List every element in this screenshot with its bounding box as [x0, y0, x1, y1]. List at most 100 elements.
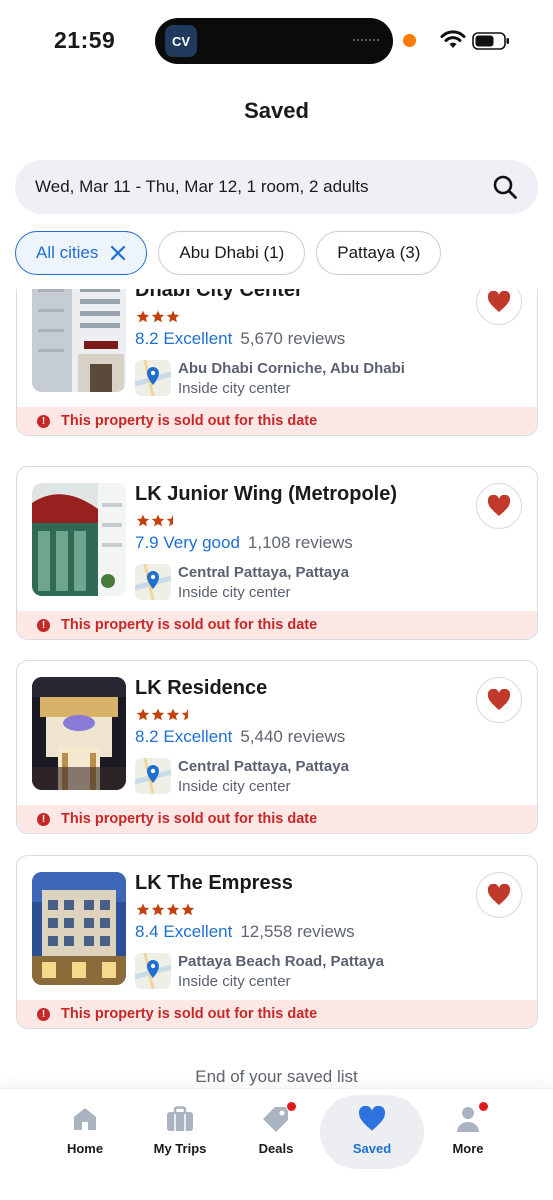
- map-pin-icon: [135, 564, 171, 600]
- location-detail: Inside city center: [178, 778, 291, 795]
- wifi-icon: [440, 30, 466, 48]
- sold-out-notice: ! This property is sold out for this dat…: [17, 805, 537, 833]
- star-rating: [136, 310, 180, 323]
- favorite-button[interactable]: [476, 677, 522, 723]
- notification-badge: [478, 1101, 489, 1112]
- status-bar: 21:59 CV: [0, 0, 553, 80]
- end-of-list-text: End of your saved list: [195, 1067, 358, 1086]
- star-rating: [136, 708, 195, 721]
- rating-row: 8.2 Excellent 5,670 reviews: [135, 329, 345, 349]
- sold-out-text: This property is sold out for this date: [61, 811, 318, 827]
- tab-label: Home: [66, 1141, 104, 1156]
- star-icon: [136, 514, 150, 527]
- hotel-card[interactable]: LK Junior Wing (Metropole) 7.9 Very good…: [16, 466, 538, 640]
- half-star-icon: [166, 514, 173, 527]
- suitcase-icon: [165, 1105, 195, 1133]
- dynamic-island: CV: [155, 18, 393, 64]
- star-rating: [136, 514, 180, 527]
- close-icon[interactable]: [110, 245, 126, 261]
- sold-out-notice: ! This property is sold out for this dat…: [17, 407, 537, 435]
- location-name: Central Pattaya, Pattaya: [178, 564, 349, 581]
- favorite-button[interactable]: [476, 872, 522, 918]
- filter-chip-all-cities[interactable]: All cities: [15, 231, 148, 275]
- city-filter-chips: All cities Abu Dhabi (1) Pattaya (3): [15, 231, 442, 275]
- hotel-name[interactable]: LK Junior Wing (Metropole): [135, 483, 397, 506]
- location-detail: Inside city center: [178, 584, 291, 601]
- guest-rating: 8.4 Excellent: [135, 922, 233, 941]
- favorite-button[interactable]: [476, 289, 522, 325]
- sold-out-text: This property is sold out for this date: [61, 413, 318, 429]
- tab-saved[interactable]: Saved: [320, 1095, 424, 1169]
- hotel-photo: [32, 677, 126, 790]
- guest-rating: 8.2 Excellent: [135, 727, 233, 746]
- app-activity-icon: CV: [165, 25, 197, 57]
- tab-label: Saved: [352, 1141, 392, 1156]
- location-name: Abu Dhabi Corniche, Abu Dhabi: [178, 360, 405, 377]
- guest-rating: 8.2 Excellent: [135, 329, 233, 348]
- alert-icon: !: [37, 1007, 50, 1021]
- saved-hotel-list[interactable]: Dhabi City Center 8.2 Excellent 5,670 rev…: [0, 289, 553, 1089]
- hotel-name[interactable]: LK The Empress: [135, 872, 293, 895]
- hotel-card[interactable]: Dhabi City Center 8.2 Excellent 5,670 rev…: [16, 289, 538, 436]
- filter-chip-label: All cities: [36, 243, 99, 262]
- filter-chip-abu-dhabi[interactable]: Abu Dhabi (1): [158, 231, 306, 275]
- alert-icon: !: [37, 812, 50, 826]
- status-time: 21:59: [54, 27, 116, 53]
- star-icon: [166, 310, 180, 323]
- rating-row: 8.4 Excellent 12,558 reviews: [135, 922, 355, 942]
- star-icon: [136, 903, 150, 916]
- sold-out-text: This property is sold out for this date: [61, 1006, 318, 1022]
- tab-label: More: [452, 1141, 484, 1156]
- review-count: 5,670 reviews: [240, 329, 346, 348]
- star-icon: [151, 514, 165, 527]
- battery-icon: [472, 32, 509, 50]
- star-icon: [151, 708, 165, 721]
- tab-my-trips[interactable]: My Trips: [128, 1095, 232, 1169]
- sold-out-text: This property is sold out for this date: [61, 617, 318, 633]
- review-count: 5,440 reviews: [240, 727, 346, 746]
- favorite-button[interactable]: [476, 483, 522, 529]
- map-pin-icon: [135, 953, 171, 989]
- notification-badge: [286, 1101, 297, 1112]
- tab-label: Deals: [258, 1141, 294, 1156]
- heart-icon: [357, 1105, 387, 1133]
- star-icon: [151, 903, 165, 916]
- hotel-card[interactable]: LK The Empress 8.4 Excellent 12,558 revie…: [16, 855, 538, 1029]
- tab-deals[interactable]: Deals: [224, 1095, 328, 1169]
- activity-dots-icon: [353, 39, 379, 42]
- hotel-photo: [32, 289, 126, 392]
- person-icon: [453, 1101, 489, 1133]
- hotel-photo: [32, 872, 126, 985]
- tab-more[interactable]: More: [416, 1095, 520, 1169]
- tab-label: My Trips: [153, 1141, 207, 1156]
- search-summary-bar[interactable]: Wed, Mar 11 - Thu, Mar 12, 1 room, 2 adu…: [15, 160, 538, 214]
- recording-indicator-icon: [403, 34, 416, 47]
- alert-icon: !: [37, 414, 50, 428]
- guest-rating: 7.9 Very good: [135, 533, 240, 552]
- rating-row: 7.9 Very good 1,108 reviews: [135, 533, 353, 553]
- sold-out-notice: ! This property is sold out for this dat…: [17, 1000, 537, 1028]
- star-rating: [136, 903, 195, 916]
- heart-icon: [487, 495, 511, 516]
- alert-icon: !: [37, 618, 50, 632]
- map-pin-icon: [135, 758, 171, 794]
- review-count: 12,558 reviews: [240, 922, 355, 941]
- hotel-card[interactable]: LK Residence 8.2 Excellent 5,440 reviews …: [16, 660, 538, 834]
- heart-icon: [487, 689, 511, 710]
- home-icon: [70, 1105, 100, 1133]
- location-name: Pattaya Beach Road, Pattaya: [178, 953, 384, 970]
- star-icon: [166, 903, 180, 916]
- location-detail: Inside city center: [178, 973, 291, 990]
- rating-row: 8.2 Excellent 5,440 reviews: [135, 727, 345, 747]
- star-icon: [181, 903, 195, 916]
- location-detail: Inside city center: [178, 380, 291, 397]
- tab-home[interactable]: Home: [33, 1095, 137, 1169]
- hotel-name[interactable]: Dhabi City Center: [135, 289, 303, 302]
- star-icon: [136, 708, 150, 721]
- heart-icon: [487, 291, 511, 312]
- filter-chip-pattaya[interactable]: Pattaya (3): [316, 231, 442, 275]
- search-icon[interactable]: [492, 174, 518, 200]
- hotel-name[interactable]: LK Residence: [135, 677, 267, 700]
- page-title: Saved: [244, 98, 309, 123]
- filter-chip-label: Pattaya (3): [337, 243, 421, 262]
